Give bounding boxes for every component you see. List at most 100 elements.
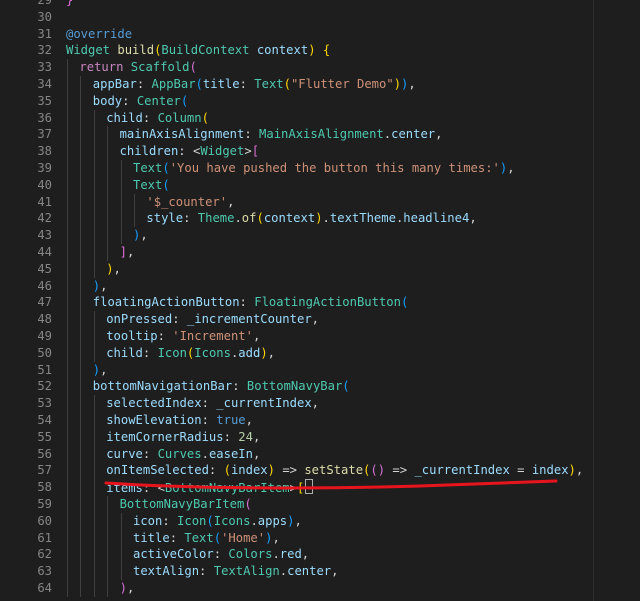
code-line[interactable]: 38 children: <Widget>[: [0, 143, 640, 160]
indent-guide: [93, 479, 95, 496]
indent-guide: [67, 159, 68, 177]
code-token: (: [206, 513, 214, 528]
indent-guide: [80, 428, 82, 446]
code-token: ): [315, 211, 323, 226]
code-line[interactable]: 32 Widget build(BuildContext context) {: [0, 42, 640, 59]
code-token: :: [208, 463, 224, 478]
code-line[interactable]: 60 icon: Icon(Icons.apps),: [0, 512, 640, 530]
code-token: appBar: [92, 76, 137, 91]
code-token: context: [256, 43, 309, 58]
code-line[interactable]: 52 bottomNavigationBar: BottomNavyBar(: [0, 378, 640, 396]
indent-guide: [67, 428, 68, 446]
indent-guide: [67, 126, 68, 144]
indent-guide: [93, 495, 95, 513]
indent-guide: [67, 378, 68, 396]
code-line[interactable]: 64),: [0, 579, 640, 597]
code-token: Text: [133, 177, 163, 192]
code-line[interactable]: 58 items: <BottomNavyBarItem>[: [0, 479, 640, 496]
code-line[interactable]: 29}: [0, 0, 640, 9]
code-token: .: [234, 211, 242, 226]
code-text: ),: [133, 227, 148, 244]
code-token: :: [199, 564, 214, 579]
code-token: ,: [267, 345, 275, 360]
indent-guide: [107, 495, 109, 513]
code-line[interactable]: 47 floatingActionButton: FloatingActionBu…: [0, 294, 640, 312]
code-token: tooltip: [106, 328, 158, 343]
indent-guide: [107, 176, 109, 194]
code-token: :: [162, 513, 178, 528]
code-line[interactable]: 57 onItemSelected: (index) => setState(()…: [0, 462, 640, 480]
code-line[interactable]: 31 @override: [0, 26, 640, 43]
line-number: 33: [37, 60, 52, 75]
code-line[interactable]: 45),: [0, 260, 640, 278]
code-token: =>: [385, 463, 415, 478]
indent-guide: [80, 260, 82, 278]
code-token: Curves: [157, 446, 202, 461]
code-line[interactable]: 62 activeColor: Colors.red,: [0, 546, 640, 564]
code-line[interactable]: 49 tooltip: 'Increment',: [0, 327, 640, 345]
code-line[interactable]: 43),: [0, 227, 640, 244]
code-line[interactable]: 54 showElevation: true,: [0, 411, 640, 429]
code-line[interactable]: 30: [0, 9, 640, 26]
code-token: :: [122, 93, 137, 108]
indent-guide: [80, 159, 82, 177]
line-number: 44: [37, 244, 52, 259]
code-token: ,: [272, 530, 280, 545]
code-editor[interactable]: 29} 30 31 @override 32 Widget build(BuildCont…: [0, 0, 640, 601]
code-token: Widget: [66, 43, 111, 58]
scrollbar-thumb[interactable]: [602, 0, 632, 601]
code-line[interactable]: 41 '$_counter',: [0, 193, 640, 211]
code-line[interactable]: 44],: [0, 243, 640, 261]
indent-guide: [80, 277, 82, 295]
indent-guide: [107, 227, 109, 244]
code-line[interactable]: 37 mainAxisAlignment: MainAxisAlignment.c…: [0, 126, 640, 144]
code-token: Widget: [200, 144, 245, 159]
code-line[interactable]: 53 selectedIndex: _currentIndex,: [0, 395, 640, 412]
indent-guide: [67, 327, 68, 345]
code-token: [: [251, 144, 260, 159]
code-text: textAlign: TextAlign.center,: [133, 563, 339, 580]
vertical-scrollbar[interactable]: [593, 0, 640, 601]
line-number: 43: [37, 228, 52, 243]
code-token: (: [213, 530, 222, 545]
code-token: _currentIndex: [414, 463, 510, 478]
code-token: (: [244, 496, 252, 511]
code-token: .: [272, 547, 280, 562]
indent-guide: [67, 479, 68, 496]
indent-guide: [120, 512, 122, 530]
indent-guide: [80, 361, 82, 379]
code-line[interactable]: 39 Text('You have pushed the button this …: [0, 159, 640, 177]
code-line[interactable]: 34 appBar: AppBar(title: Text("Flutter De…: [0, 75, 640, 93]
code-text: child: Icon(Icons.add),: [106, 345, 275, 362]
line-number: 57: [37, 463, 52, 478]
code-line[interactable]: 63 textAlign: TextAlign.center,: [0, 563, 640, 580]
line-number: 62: [37, 547, 52, 562]
code-token: bottomNavigationBar: [92, 379, 233, 394]
line-number: 42: [37, 211, 52, 226]
code-token: red: [279, 547, 302, 562]
indent-guide: [80, 512, 82, 530]
code-text: curve: Curves.easeIn,: [106, 446, 260, 463]
code-line[interactable]: 56 curve: Curves.easeIn,: [0, 445, 640, 463]
code-line[interactable]: 51),: [0, 361, 640, 379]
code-line[interactable]: 46),: [0, 277, 640, 295]
code-line[interactable]: 35 body: Center(: [0, 92, 640, 110]
indent-guide: [93, 395, 95, 412]
code-lines[interactable]: 29} 30 31 @override 32 Widget build(BuildCont…: [0, 0, 640, 597]
code-line[interactable]: 48 onPressed: _incrementCounter,: [0, 311, 640, 328]
code-token: BottomNavyBarItem: [119, 496, 245, 511]
line-number: 60: [37, 513, 52, 528]
code-line[interactable]: 59 BottomNavyBarItem(: [0, 495, 640, 513]
code-line[interactable]: 55 itemCornerRadius: 24,: [0, 428, 640, 446]
code-line[interactable]: 61 title: Text('Home'),: [0, 529, 640, 547]
code-line[interactable]: 33 return Scaffold(: [0, 59, 640, 76]
code-line[interactable]: 40 Text(: [0, 176, 640, 194]
code-token: setState: [304, 463, 364, 478]
code-token: ): [267, 463, 275, 478]
code-line[interactable]: 42 style: Theme.of(context).textTheme.hea…: [0, 210, 640, 228]
line-number: 40: [37, 177, 52, 192]
code-line[interactable]: 50 child: Icon(Icons.add),: [0, 344, 640, 362]
indent-guide: [120, 563, 122, 580]
code-line[interactable]: 36 child: Column(: [0, 109, 640, 127]
